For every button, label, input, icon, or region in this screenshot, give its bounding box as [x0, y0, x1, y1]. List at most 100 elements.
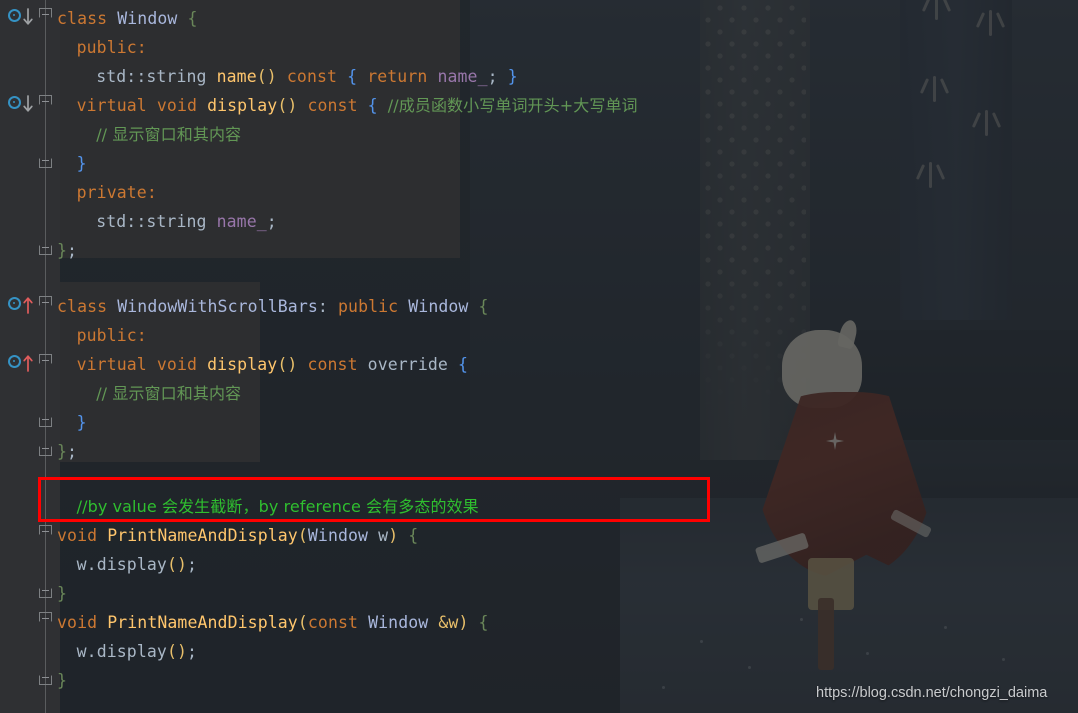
code-line-text: public: — [77, 321, 147, 350]
code-token: { — [478, 613, 489, 632]
overriding-method-marker[interactable] — [8, 355, 33, 372]
code-token: display — [207, 96, 278, 115]
code-token: virtual — [76, 355, 147, 374]
code-line-text: std::string name_; — [96, 207, 277, 236]
arrow-up-icon — [23, 297, 33, 314]
code-token: PrintNameAndDisplay — [107, 613, 298, 632]
code-token: public — [76, 326, 137, 345]
code-token: } — [57, 241, 68, 260]
code-line-text: w.display(); — [77, 637, 197, 666]
code-token: std::string — [96, 67, 207, 86]
method-marker-circle-icon — [8, 355, 21, 368]
code-token: w — [378, 526, 389, 545]
code-token: . — [86, 555, 97, 574]
code-token: Window — [117, 9, 178, 28]
code-token: { — [347, 67, 358, 86]
fold-minus-icon — [42, 419, 49, 420]
overriding-method-marker[interactable] — [8, 297, 33, 314]
fold-minus-icon — [42, 448, 49, 449]
code-token: &w — [438, 613, 459, 632]
code-token: void — [156, 96, 198, 115]
code-token: ; — [187, 555, 198, 574]
arrow-down-icon — [23, 8, 33, 25]
code-token: : — [317, 297, 328, 316]
code-line-text: virtual void display() const { //成员函数小写单… — [77, 91, 638, 120]
code-token: () — [256, 67, 277, 86]
code-token: public — [76, 38, 137, 57]
code-token: display — [207, 355, 278, 374]
code-token: { — [478, 297, 489, 316]
code-line-text: class WindowWithScrollBars: public Windo… — [57, 292, 489, 321]
code-token: Window — [307, 526, 369, 545]
code-line-text: // 显示窗口和其内容 — [96, 379, 241, 408]
code-token: override — [367, 355, 448, 374]
code-token: const — [307, 355, 358, 374]
code-line-text: } — [77, 149, 87, 178]
code-token: } — [57, 671, 68, 690]
code-token: () — [166, 555, 188, 574]
code-line-text: } — [57, 579, 67, 608]
code-line-text: private: — [77, 178, 157, 207]
code-line-text: virtual void display() const override { — [77, 350, 468, 379]
overridden-method-marker[interactable] — [8, 95, 33, 112]
code-token: { — [458, 355, 469, 374]
code-token: { — [367, 96, 378, 115]
method-marker-circle-icon — [8, 297, 21, 310]
code-token: : — [136, 326, 147, 345]
code-token: const — [307, 613, 359, 632]
fold-minus-icon — [42, 590, 49, 591]
code-token: w — [76, 642, 87, 661]
code-token: return — [367, 67, 428, 86]
code-line-text: public: — [77, 33, 147, 62]
code-line-text: void PrintNameAndDisplay(const Window &w… — [57, 608, 489, 637]
code-editor[interactable]: class Window {public: std::string name() … — [0, 0, 1078, 713]
code-token: () — [166, 642, 188, 661]
code-line-text: }; — [57, 437, 77, 466]
fold-minus-icon — [42, 14, 49, 15]
code-token: ; — [67, 442, 78, 461]
overridden-method-marker[interactable] — [8, 8, 33, 25]
code-token: w — [76, 555, 87, 574]
code-token: ; — [187, 642, 198, 661]
fold-minus-icon — [42, 531, 49, 532]
code-token: ( — [297, 526, 308, 545]
code-token: name_ — [216, 212, 267, 231]
fold-minus-icon — [42, 247, 49, 248]
code-token: std::string — [96, 212, 207, 231]
code-token: { — [187, 9, 198, 28]
code-token: ) — [458, 613, 469, 632]
code-line-text: }; — [57, 236, 77, 265]
fold-minus-icon — [42, 360, 49, 361]
code-token: ; — [487, 67, 498, 86]
code-token: private — [76, 183, 147, 202]
code-token: } — [507, 67, 518, 86]
code-token: class — [57, 9, 108, 28]
code-line-text: w.display(); — [77, 550, 197, 579]
fold-minus-icon — [42, 677, 49, 678]
code-token: : — [146, 183, 157, 202]
method-marker-circle-icon — [8, 9, 21, 22]
fold-minus-icon — [42, 160, 49, 161]
code-token: } — [57, 584, 68, 603]
code-line-text: class Window { — [57, 4, 198, 33]
code-token: name — [216, 67, 257, 86]
code-line-text: } — [77, 408, 87, 437]
code-token: : — [136, 38, 147, 57]
code-token: name_ — [437, 67, 488, 86]
arrow-down-icon — [23, 95, 33, 112]
